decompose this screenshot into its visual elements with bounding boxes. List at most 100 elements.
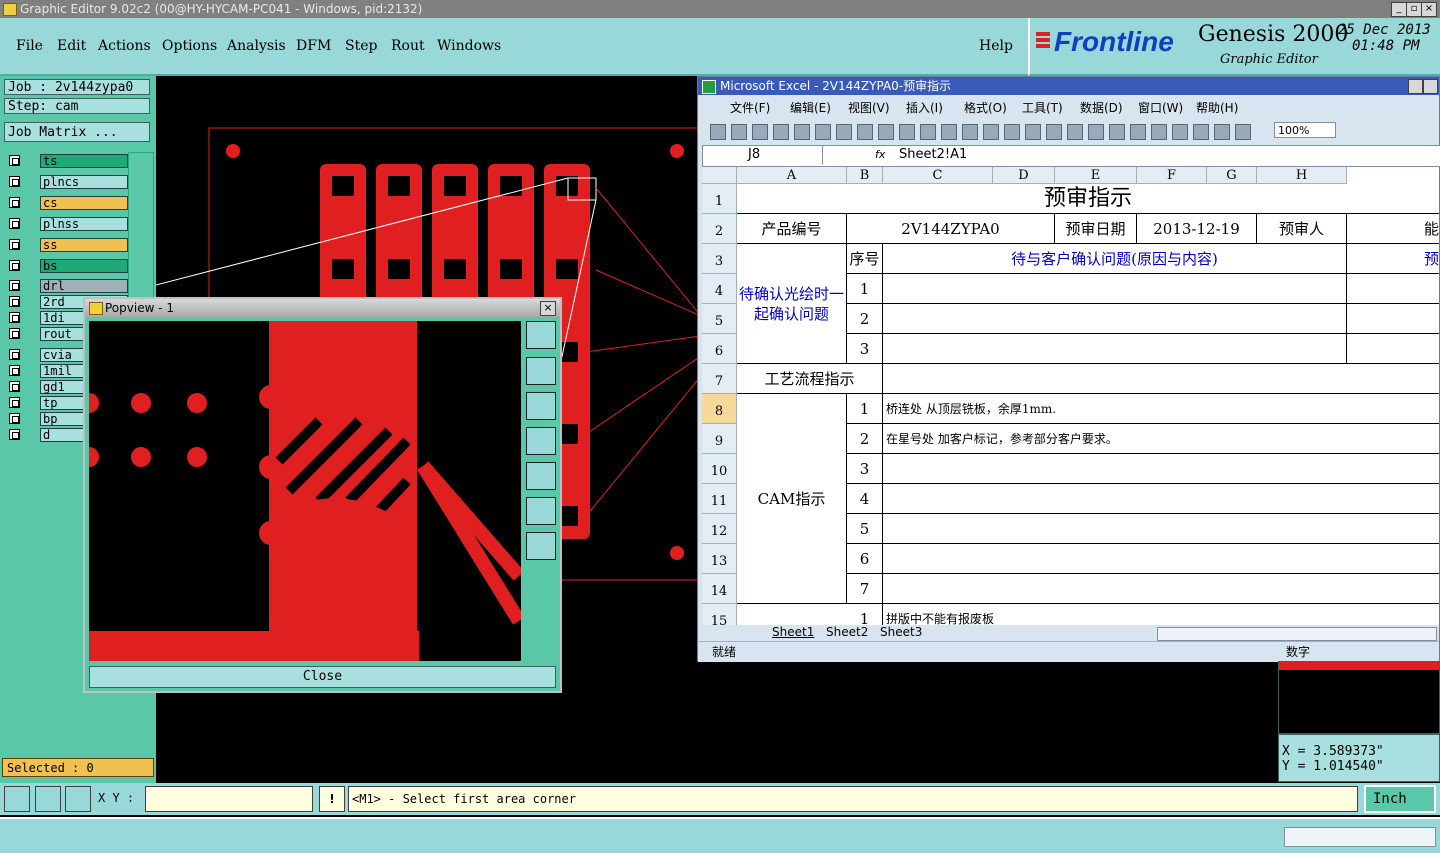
pan-right-button[interactable] <box>526 462 556 490</box>
minimize-button[interactable]: _ <box>1391 2 1407 17</box>
cam-seq-cell[interactable]: 7 <box>847 574 883 604</box>
issue-cell[interactable] <box>883 304 1347 334</box>
menu-options[interactable]: Options <box>162 38 217 54</box>
layer-checkbox[interactable] <box>9 365 20 376</box>
excel-menu-item[interactable]: 插入(I) <box>906 99 943 116</box>
issue-header-right[interactable]: 预 <box>1347 244 1439 274</box>
tab-sheet3[interactable]: Sheet3 <box>880 625 922 639</box>
layer-checkbox[interactable] <box>9 328 20 339</box>
menu-rout[interactable]: Rout <box>391 38 425 54</box>
cam-text-cell[interactable] <box>883 454 1439 484</box>
excel-menu-item[interactable]: 视图(V) <box>848 99 890 116</box>
toolbar-icon[interactable] <box>1130 124 1146 140</box>
cam-text-cell[interactable] <box>883 574 1439 604</box>
seq-label[interactable]: 序号 <box>847 244 883 274</box>
zoom-select[interactable]: 100% <box>1274 122 1336 138</box>
toolbar-icon[interactable] <box>983 124 999 140</box>
excel-menu-item[interactable]: 工具(T) <box>1022 99 1063 116</box>
menu-windows[interactable]: Windows <box>437 38 501 54</box>
excel-menu-item[interactable]: 文件(F) <box>730 99 770 116</box>
pan-up-button[interactable] <box>526 357 556 385</box>
excel-maximize-button[interactable] <box>1423 79 1438 94</box>
horizontal-scrollbar[interactable] <box>1157 627 1437 641</box>
toolbar-icon[interactable] <box>857 124 873 140</box>
toolbar-icon[interactable] <box>794 124 810 140</box>
toolbar-icon[interactable] <box>731 124 747 140</box>
select-all-corner[interactable] <box>702 167 737 184</box>
row-header[interactable]: 12 <box>702 514 737 544</box>
menu-file[interactable]: File <box>16 38 43 54</box>
row-header[interactable]: 7 <box>702 364 737 394</box>
row-header[interactable]: 4 <box>702 274 737 304</box>
layer-row-ts[interactable]: ts <box>6 154 128 168</box>
layer-row-bs[interactable]: bs <box>6 259 128 273</box>
layer-row-plnss[interactable]: plnss <box>6 217 128 231</box>
row-header[interactable]: 11 <box>702 484 737 514</box>
popview-close-icon[interactable]: × <box>540 301 556 316</box>
row-header[interactable]: 8 <box>702 394 737 424</box>
cam-seq-cell[interactable]: 2 <box>847 424 883 454</box>
row-header[interactable]: 13 <box>702 544 737 574</box>
layer-checkbox[interactable] <box>9 280 20 291</box>
sheet-title[interactable]: 预审指示 <box>737 184 1439 214</box>
toolbar-icon[interactable] <box>1067 124 1083 140</box>
menu-edit[interactable]: Edit <box>57 38 86 54</box>
zoom-fit-button[interactable] <box>526 532 556 560</box>
popview-titlebar[interactable]: Popview - 1 × <box>85 299 560 317</box>
excel-menu-item[interactable]: 窗口(W) <box>1138 99 1183 116</box>
cam-seq-cell[interactable]: 3 <box>847 454 883 484</box>
toolbar-icon[interactable] <box>1046 124 1062 140</box>
toolbar-icon[interactable] <box>1151 124 1167 140</box>
layer-name[interactable]: bs <box>40 259 128 273</box>
cam-seq-cell[interactable]: 4 <box>847 484 883 514</box>
column-header[interactable]: F <box>1137 167 1207 184</box>
unit-button[interactable]: Inch <box>1364 785 1436 813</box>
cam-text-cell[interactable] <box>883 514 1439 544</box>
cam-seq-cell[interactable]: 6 <box>847 544 883 574</box>
ime-toolbar[interactable] <box>1284 827 1436 847</box>
seq-cell[interactable]: 1 <box>847 274 883 304</box>
tab-sheet2[interactable]: Sheet2 <box>826 625 868 639</box>
column-header[interactable]: G <box>1207 167 1257 184</box>
layer-row-drl[interactable]: drl <box>6 279 128 293</box>
excel-titlebar[interactable]: Microsoft Excel - 2V144ZYPA0-预审指示 <box>698 77 1439 95</box>
row-header[interactable]: 3 <box>702 244 737 274</box>
tab-sheet1[interactable]: Sheet1 <box>772 625 814 639</box>
confirm-label[interactable]: 待确认光绘时一起确认问题 <box>737 244 847 364</box>
cam-text-cell[interactable] <box>883 484 1439 514</box>
layer-checkbox[interactable] <box>9 260 20 271</box>
product-label[interactable]: 产品编号 <box>737 214 847 244</box>
toolbar-icon[interactable] <box>920 124 936 140</box>
reviewer-label[interactable]: 预审人 <box>1257 214 1347 244</box>
toolbar-icon[interactable] <box>1235 124 1251 140</box>
layer-checkbox[interactable] <box>9 397 20 408</box>
layer-row-plncs[interactable]: plncs <box>6 175 128 189</box>
issue-header[interactable]: 待与客户确认问题(原因与内容) <box>883 244 1347 274</box>
cam-label[interactable]: CAM指示 <box>737 394 847 604</box>
toolbar-icon[interactable] <box>1172 124 1188 140</box>
toolbar-icon[interactable] <box>899 124 915 140</box>
column-header[interactable]: C <box>883 167 993 184</box>
layer-checkbox[interactable] <box>9 413 20 424</box>
layer-checkbox[interactable] <box>9 429 20 440</box>
layer-checkbox[interactable] <box>9 155 20 166</box>
column-header[interactable]: A <box>737 167 847 184</box>
toolbar-icon[interactable] <box>1193 124 1209 140</box>
zoom-out-button[interactable] <box>526 497 556 525</box>
layer-name[interactable]: plnss <box>40 217 128 231</box>
toolbar-icon[interactable] <box>941 124 957 140</box>
maximize-button[interactable]: ▫ <box>1406 2 1422 17</box>
row15-text[interactable]: 拼版中不能有报废板 <box>883 604 1439 625</box>
seq-cell[interactable]: 2 <box>847 304 883 334</box>
toolbar-icon[interactable] <box>752 124 768 140</box>
column-header[interactable]: D <box>993 167 1055 184</box>
issue-cell[interactable] <box>883 334 1347 364</box>
menu-analysis[interactable]: Analysis <box>227 38 286 54</box>
toolbar-icon[interactable] <box>1025 124 1041 140</box>
product-value[interactable]: 2V144ZYPA0 <box>847 214 1055 244</box>
toolbar-icon[interactable] <box>962 124 978 140</box>
popview-window[interactable]: Popview - 1 × Close <box>83 297 562 693</box>
layer-row-cs[interactable]: cs <box>6 196 128 210</box>
toolbar-icon[interactable] <box>1214 124 1230 140</box>
row-header[interactable]: 10 <box>702 454 737 484</box>
